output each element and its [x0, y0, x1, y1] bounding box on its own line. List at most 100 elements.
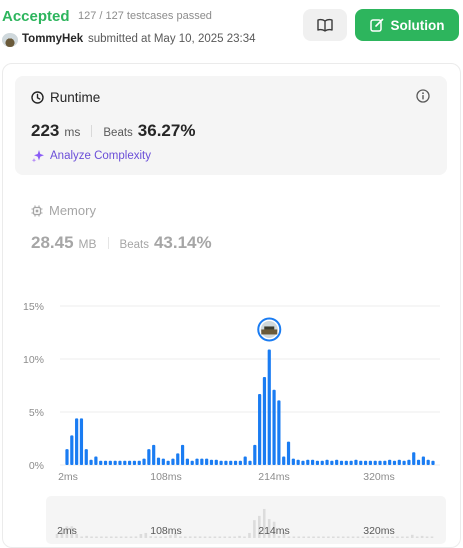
chart-bar[interactable] — [349, 460, 353, 465]
scrubber-bar — [95, 536, 98, 538]
scrubber-bar — [425, 536, 429, 538]
chart-bar[interactable] — [262, 377, 267, 465]
chart-bar[interactable] — [238, 460, 242, 465]
user-avatar[interactable] — [2, 33, 18, 47]
chart-bar[interactable] — [306, 459, 310, 465]
chart-bar[interactable] — [383, 460, 387, 465]
chart-bar[interactable] — [392, 460, 397, 465]
chart-bar[interactable] — [359, 460, 363, 465]
chart-bar[interactable] — [200, 458, 204, 465]
analyze-complexity-link[interactable]: Analyze Complexity — [31, 149, 151, 163]
chart-bar[interactable] — [416, 459, 421, 465]
username-link[interactable]: TommyHek — [22, 33, 83, 45]
chart-bar[interactable] — [325, 459, 329, 465]
chart-bar[interactable] — [229, 460, 233, 465]
scrubber-bar — [341, 536, 345, 538]
memory-heading[interactable]: Memory — [31, 203, 96, 218]
chart-bar[interactable] — [296, 459, 300, 465]
chart-bar[interactable] — [94, 456, 98, 465]
chart-bar[interactable] — [339, 460, 344, 465]
chart-bar[interactable] — [407, 459, 411, 465]
chart-bar[interactable] — [431, 460, 435, 465]
chart-bar[interactable] — [65, 449, 69, 465]
chart-bar[interactable] — [152, 444, 156, 465]
chart-bar[interactable] — [344, 460, 348, 465]
chart-bar[interactable] — [214, 459, 218, 465]
y-tick-label: 15% — [23, 301, 44, 313]
chart-bar[interactable] — [195, 458, 199, 465]
chart-bar[interactable] — [89, 459, 93, 465]
chart-bar[interactable] — [180, 444, 185, 465]
info-icon[interactable] — [416, 89, 430, 103]
chart-bar[interactable] — [282, 456, 286, 465]
runtime-distribution-chart[interactable]: 15% 10% 5% 0% 2ms 108ms 214ms 320ms — [0, 290, 463, 490]
scrubber-bar — [307, 536, 310, 538]
solution-button[interactable]: Solution — [355, 9, 459, 41]
chart-bar[interactable] — [185, 458, 189, 465]
chart-bar[interactable] — [253, 444, 257, 465]
chart-bar[interactable] — [209, 459, 214, 465]
chart-bar[interactable] — [363, 460, 368, 465]
chart-bar[interactable] — [301, 460, 305, 465]
chart-bar[interactable] — [277, 400, 281, 465]
book-icon — [317, 18, 333, 32]
chart-bar[interactable] — [315, 460, 320, 465]
chart-bar[interactable] — [426, 459, 430, 465]
chart-bar[interactable] — [291, 458, 295, 465]
chart-bar[interactable] — [412, 452, 416, 465]
chart-bar[interactable] — [70, 435, 74, 465]
chart-bar[interactable] — [286, 441, 291, 465]
chart-bar[interactable] — [320, 460, 324, 465]
chart-bar[interactable] — [79, 418, 84, 465]
scrubber-bar — [410, 534, 414, 538]
chart-bar[interactable] — [156, 457, 161, 465]
chart-bar[interactable] — [421, 456, 425, 465]
chart-bar[interactable] — [176, 453, 180, 465]
chart-bar[interactable] — [373, 460, 377, 465]
chart-bar[interactable] — [354, 459, 358, 465]
chart-bar[interactable] — [311, 459, 315, 465]
chart-bar[interactable] — [388, 459, 392, 465]
chart-bar[interactable] — [137, 460, 141, 465]
chart-bar[interactable] — [84, 449, 88, 465]
scrubber-bar — [401, 536, 404, 538]
chart-bar[interactable] — [142, 458, 146, 465]
chart-range-scrubber[interactable]: 2ms 108ms 214ms 320ms — [0, 490, 463, 548]
chart-bar[interactable] — [118, 460, 122, 465]
chart-bar[interactable] — [128, 460, 132, 465]
chart-bar[interactable] — [243, 456, 247, 465]
chart-bar[interactable] — [368, 460, 372, 465]
chart-bar[interactable] — [147, 449, 151, 465]
chart-bar[interactable] — [113, 460, 117, 465]
scrubber-bar — [223, 536, 227, 538]
chart-bar[interactable] — [166, 460, 170, 465]
y-tick-label: 0% — [29, 460, 44, 472]
chart-bar[interactable] — [272, 389, 276, 465]
chart-bar[interactable] — [161, 458, 165, 465]
runtime-values: 223 ms Beats 36.27% — [31, 121, 195, 141]
runtime-card[interactable]: Runtime 223 ms Beats 36.27% Analyze Comp… — [15, 76, 447, 175]
chart-bar[interactable] — [205, 458, 209, 465]
chart-bar[interactable] — [75, 418, 79, 465]
chart-bar[interactable] — [99, 460, 103, 465]
chart-bar[interactable] — [224, 460, 228, 465]
chart-bar[interactable] — [108, 460, 112, 465]
chart-bar[interactable] — [397, 459, 401, 465]
chart-bar[interactable] — [233, 460, 238, 465]
chart-bar[interactable] — [219, 460, 223, 465]
chart-bar[interactable] — [103, 460, 108, 465]
chart-bar[interactable] — [258, 393, 262, 465]
scrubber-bar — [346, 536, 350, 538]
chart-bar[interactable] — [248, 460, 252, 465]
edit-icon — [369, 18, 383, 32]
chart-bar[interactable] — [330, 460, 334, 465]
chart-bar[interactable] — [123, 460, 127, 465]
chart-bar[interactable] — [267, 349, 271, 465]
chart-bar[interactable] — [402, 460, 406, 465]
chart-bar[interactable] — [335, 459, 339, 465]
chart-bar[interactable] — [190, 460, 194, 465]
editorial-button[interactable] — [303, 9, 347, 41]
chart-bar[interactable] — [378, 460, 382, 465]
chart-bar[interactable] — [171, 458, 175, 465]
chart-bar[interactable] — [132, 460, 137, 465]
